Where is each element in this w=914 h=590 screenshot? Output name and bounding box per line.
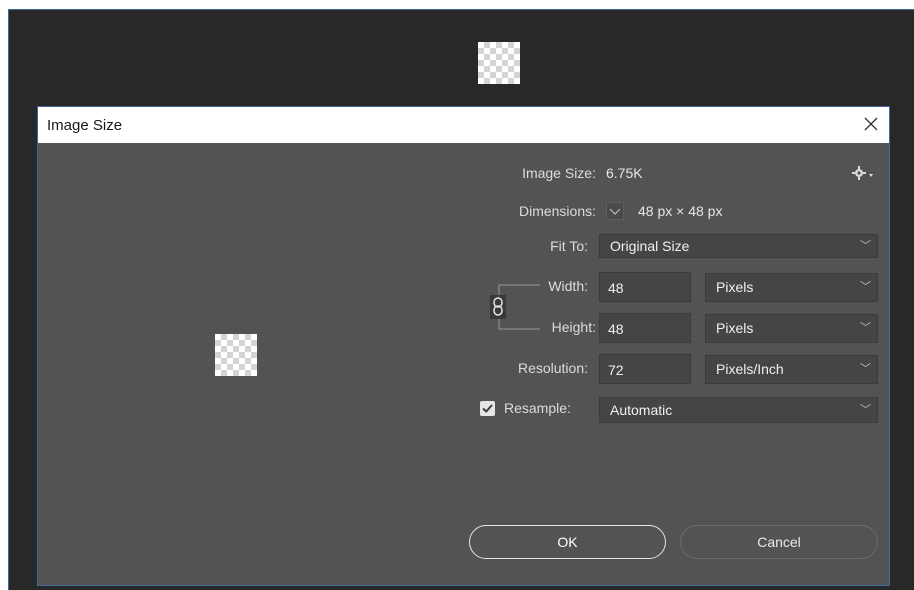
resample-method-value: Automatic: [610, 402, 673, 418]
dialog-titlebar: Image Size: [38, 107, 889, 143]
chevron-down-icon: ﹀: [860, 404, 871, 416]
close-button[interactable]: [858, 111, 884, 137]
resolution-label: Resolution:: [517, 360, 588, 376]
image-size-dialog: Image Size Image Size: 6.75K Dimensions:…: [37, 106, 890, 586]
image-preview: [215, 334, 257, 376]
chevron-down-icon: ﹀: [860, 281, 871, 293]
resample-method-select[interactable]: Automatic ﹀: [599, 397, 878, 423]
chain-link-icon: [493, 297, 503, 316]
resample-label: Resample:: [504, 400, 571, 416]
checkmark-icon: [482, 404, 493, 413]
image-size-value: 6.75K: [606, 165, 643, 181]
width-unit-select[interactable]: Pixels ﹀: [705, 273, 878, 302]
height-unit-value: Pixels: [716, 320, 754, 336]
dialog-title: Image Size: [47, 117, 123, 134]
chevron-down-icon: ﹀: [860, 322, 871, 334]
height-label: Height:: [551, 319, 596, 335]
resample-checkbox[interactable]: [480, 401, 495, 416]
resolution-unit-select[interactable]: Pixels/Inch ﹀: [705, 355, 878, 384]
dimensions-label: Dimensions:: [518, 203, 596, 219]
cancel-button[interactable]: Cancel: [680, 525, 878, 559]
resolution-unit-value: Pixels/Inch: [716, 361, 784, 377]
image-size-label: Image Size:: [522, 165, 596, 181]
height-input[interactable]: 48: [599, 313, 691, 343]
gear-icon: [852, 166, 873, 180]
chevron-down-icon: ﹀: [860, 240, 871, 252]
fit-to-label: Fit To:: [550, 238, 588, 254]
ok-button[interactable]: OK: [469, 525, 666, 559]
settings-button[interactable]: [850, 164, 876, 182]
height-unit-select[interactable]: Pixels ﹀: [705, 314, 878, 343]
resolution-input[interactable]: 72: [599, 354, 691, 384]
document-thumbnail: [478, 42, 520, 84]
width-label: Width:: [548, 278, 588, 294]
chevron-down-icon: ﹀: [860, 363, 871, 375]
dimensions-value: 48 px × 48 px: [638, 203, 723, 219]
constrain-proportions-toggle[interactable]: [490, 295, 506, 319]
width-unit-value: Pixels: [716, 279, 754, 295]
fit-to-select[interactable]: Original Size ﹀: [599, 234, 878, 258]
width-input[interactable]: 48: [599, 272, 691, 302]
fit-to-value: Original Size: [610, 238, 690, 254]
close-icon: [864, 117, 878, 131]
dimensions-units-dropdown[interactable]: [606, 202, 624, 220]
chevron-down-icon: [609, 208, 621, 215]
